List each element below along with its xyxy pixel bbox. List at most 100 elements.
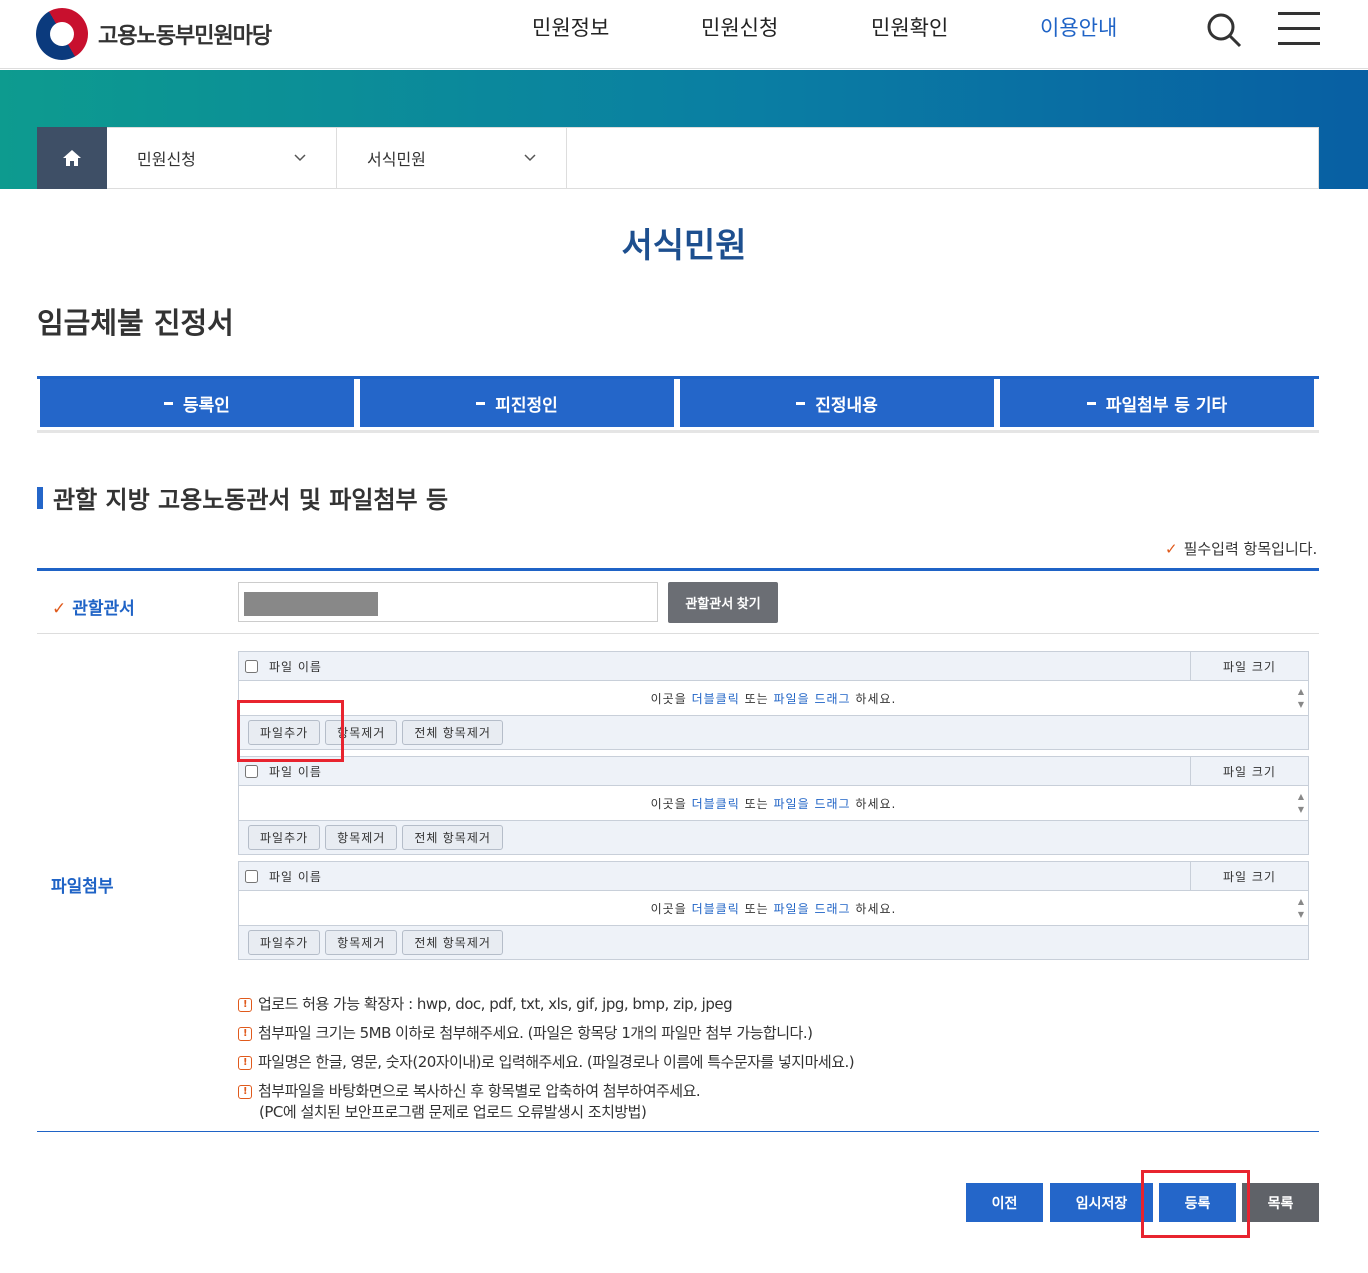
temp-save-button[interactable]: 임시저장 [1050,1183,1153,1222]
file-uploader-1: 파일 이름 파일 크기 이곳을 더블클릭 또는 파일을 드래그 하세요. ▲ ▼ … [238,651,1309,750]
breadcrumb-label: 민원신청 [137,150,196,169]
file-name-header: 파일 이름 [269,659,322,674]
note-item: ! 첨부파일 크기는 5MB 이하로 첨부해주세요. (파일은 항목당 1개의 파… [238,1019,854,1048]
remove-item-button[interactable]: 항목제거 [325,720,398,745]
scrollbar[interactable]: ▲ ▼ [1298,685,1305,711]
uploader-header: 파일 이름 파일 크기 [239,652,1308,681]
tab-attachments-etc[interactable]: 파일첨부 등 기타 [1000,379,1314,427]
section-title: 관할 지방 고용노동관서 및 파일첨부 등 [37,480,448,515]
remove-item-button[interactable]: 항목제거 [325,930,398,955]
logo[interactable]: 고용노동부민원마당 [26,0,272,70]
select-all-checkbox[interactable] [245,869,258,883]
drop-text: 하세요. [855,796,897,811]
scrollbar[interactable]: ▲ ▼ [1298,895,1305,921]
drop-highlight: 더블클릭 [691,901,740,916]
jurisdiction-input[interactable] [238,582,658,622]
drop-text: 하세요. [855,901,897,916]
drop-zone[interactable]: 이곳을 더블클릭 또는 파일을 드래그 하세요. ▲ ▼ [239,681,1308,716]
drop-text: 하세요. [855,691,897,706]
form-steps-tabs: 등록인 피진정인 진정내용 파일첨부 등 기타 [37,376,1319,433]
drop-zone[interactable]: 이곳을 더블클릭 또는 파일을 드래그 하세요. ▲ ▼ [239,891,1308,926]
register-button[interactable]: 등록 [1159,1183,1236,1222]
remove-item-button[interactable]: 항목제거 [325,825,398,850]
remove-all-button[interactable]: 전체 항목제거 [402,930,503,955]
dash-icon [796,401,806,405]
redacted-value [244,592,378,616]
file-size-header: 파일 크기 [1190,862,1308,890]
add-file-button[interactable]: 파일추가 [248,930,321,955]
uploader-toolbar: 파일추가 항목제거 전체 항목제거 [239,926,1308,959]
note-text: 업로드 허용 가능 확장자 : hwp, doc, pdf, txt, xls,… [258,995,733,1013]
nav-item-civil-apply[interactable]: 민원신청 [701,12,778,42]
uploader-header: 파일 이름 파일 크기 [239,862,1308,891]
form-top-border [37,568,1319,571]
drop-highlight: 파일을 드래그 [773,691,851,706]
note-item: ! 파일명은 한글, 영문, 숫자(20자이내)로 입력해주세요. (파일경로나 … [238,1048,855,1077]
breadcrumb-dropdown-form-civil[interactable]: 서식민원 [337,128,567,188]
file-name-header: 파일 이름 [269,869,322,884]
logo-text: 고용노동부민원마당 [98,24,272,49]
uploader-toolbar: 파일추가 항목제거 전체 항목제거 [239,716,1308,749]
check-icon: ✓ [52,599,67,619]
remove-all-button[interactable]: 전체 항목제거 [402,825,503,850]
tab-label: 피진정인 [495,395,558,416]
list-button[interactable]: 목록 [1242,1183,1319,1222]
upload-notes: ! 업로드 허용 가능 확장자 : hwp, doc, pdf, txt, xls… [238,990,855,1122]
note-item: ! 업로드 허용 가능 확장자 : hwp, doc, pdf, txt, xls… [238,990,854,1019]
tab-respondent[interactable]: 피진정인 [360,379,674,427]
breadcrumb-label: 서식민원 [367,150,426,169]
remove-all-button[interactable]: 전체 항목제거 [402,720,503,745]
select-all-checkbox[interactable] [245,764,258,778]
prev-button[interactable]: 이전 [966,1183,1043,1222]
drop-text: 이곳을 [650,901,687,916]
drop-text: 또는 [744,901,769,916]
jurisdiction-label: ✓ 관할관서 [52,594,135,619]
dash-icon [164,401,174,405]
note-text: 파일명은 한글, 영문, 숫자(20자이내)로 입력해주세요. (파일경로나 이… [258,1053,855,1071]
jurisdiction-label-text: 관할관서 [72,599,135,619]
form-title: 임금체불 진정서 [37,306,234,340]
file-uploader-3: 파일 이름 파일 크기 이곳을 더블클릭 또는 파일을 드래그 하세요. ▲ ▼ … [238,861,1309,960]
dash-icon [1086,401,1096,405]
form-bottom-border [37,1131,1319,1132]
add-file-button[interactable]: 파일추가 [248,825,321,850]
section-title-text: 관할 지방 고용노동관서 및 파일첨부 등 [53,486,449,514]
tab-label: 등록인 [183,395,230,416]
breadcrumb-dropdown-civil-apply[interactable]: 민원신청 [107,128,337,188]
note-subtext: (PC에 설치된 보안프로그램 문제로 업로드 오류발생시 조치방법) [259,1103,647,1121]
tab-petition-content[interactable]: 진정내용 [680,379,994,427]
search-icon[interactable] [1206,12,1242,48]
find-jurisdiction-button[interactable]: 관할관서 찾기 [668,582,778,623]
drop-highlight: 더블클릭 [691,796,740,811]
add-file-button[interactable]: 파일추가 [248,720,321,745]
nav-item-civil-info[interactable]: 민원정보 [532,12,609,42]
dash-icon [476,401,486,405]
scrollbar[interactable]: ▲ ▼ [1298,790,1305,816]
drop-text: 또는 [744,691,769,706]
tab-label: 파일첨부 등 기타 [1105,395,1228,416]
drop-highlight: 더블클릭 [691,691,740,706]
check-icon: ✓ [1165,540,1178,558]
tab-label: 진정내용 [815,395,878,416]
select-all-checkbox[interactable] [245,659,258,673]
warning-icon: ! [238,1026,252,1041]
file-name-header: 파일 이름 [269,764,322,779]
home-icon[interactable] [37,127,107,189]
attachment-label: 파일첨부 [51,877,114,897]
nav-item-guide[interactable]: 이용안내 [1040,12,1117,42]
warning-icon: ! [238,1084,252,1099]
chevron-down-icon [294,154,306,162]
warning-icon: ! [238,997,252,1012]
file-size-header: 파일 크기 [1190,652,1308,680]
drop-highlight: 파일을 드래그 [773,901,851,916]
menu-icon[interactable] [1278,12,1320,46]
drop-zone[interactable]: 이곳을 더블클릭 또는 파일을 드래그 하세요. ▲ ▼ [239,786,1308,821]
site-header: 고용노동부민원마당 민원정보 민원신청 민원확인 이용안내 [0,0,1368,70]
drop-text: 또는 [744,796,769,811]
nav-item-civil-check[interactable]: 민원확인 [871,12,948,42]
uploader-header: 파일 이름 파일 크기 [239,757,1308,786]
tab-registrant[interactable]: 등록인 [40,379,354,427]
file-size-header: 파일 크기 [1190,757,1308,785]
taegeuk-logo-icon [26,0,98,70]
row-divider [37,633,1319,634]
